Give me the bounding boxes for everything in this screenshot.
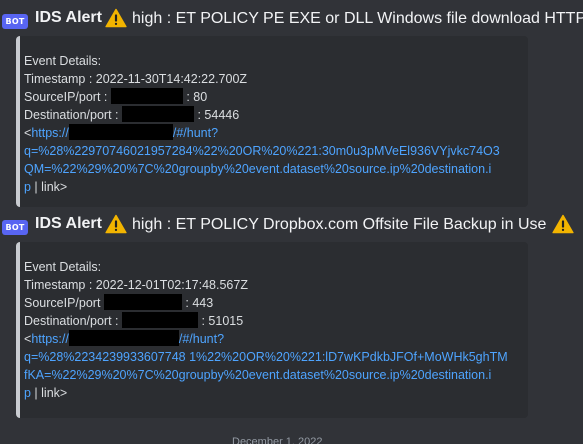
hunt-url-end[interactable]: p [24,180,31,194]
event-details-heading: Event Details: [24,54,102,68]
chat-view: BOT IDS Alert high : ET POLICY PE EXE or… [0,0,583,444]
date-divider: December 1, 2022 [232,436,323,444]
embed-body-2: Event Details: Timestamp : 2022-12-01T02… [24,258,518,402]
destination-ip-label: Destination/port : [24,314,119,328]
author-name[interactable]: IDS Alert [35,9,102,27]
hunt-url-end[interactable]: p [24,386,31,400]
event-timestamp: Timestamp : 2022-11-30T14:42:22.700Z [24,72,248,86]
hunt-url-path[interactable]: /#/hunt? [173,126,218,140]
event-timestamp: Timestamp : 2022-12-01T02:17:48.567Z [24,278,248,292]
redacted-host [68,124,173,140]
hunt-link-line-1: <https:///#/hunt? [24,124,514,142]
bot-message-1: BOT IDS Alert high : ET POLICY PE EXE or… [0,8,583,207]
hunt-link-line-1: <https:///#/hunt? [24,330,514,348]
event-embed-1: Event Details: Timestamp : 2022-11-30T14… [16,36,528,207]
hunt-link-block: <https:///#/hunt? q=%28%2234239933607748… [24,330,514,402]
hunt-url-line-3[interactable]: fKA=%22%29%20%7C%20groupby%20event.datas… [24,366,514,384]
hunt-url-start[interactable]: https:// [31,126,69,140]
hunt-link-block: <https:///#/hunt? q=%28%2297074602195728… [24,124,514,196]
link-suffix[interactable]: | link> [31,180,67,194]
event-embed-2: Event Details: Timestamp : 2022-12-01T02… [16,242,528,418]
destination-ip-port: Destination/port : : 51015 [24,312,518,330]
warning-triangle-icon [552,214,575,234]
link-suffix[interactable]: | link> [31,386,67,400]
warning-triangle-icon [105,214,127,234]
bot-message-2: BOT IDS Alert high : ET POLICY Dropbox.c… [0,214,583,418]
alert-title-text: high : ET POLICY PE EXE or DLL Windows f… [132,9,583,27]
bot-badge: BOT [2,14,28,29]
redacted-source-ip [110,88,183,104]
hunt-url-line-2[interactable]: q=%28%2234239933607748 1%22%20OR%20%221:… [24,348,514,366]
destination-ip-label: Destination/port : [24,108,119,122]
embed-accent-bar [16,36,20,207]
destination-port: : 54446 [197,108,240,122]
hunt-url-path[interactable]: /#/hunt? [179,332,224,346]
event-details-heading: Event Details: [24,260,102,274]
redacted-source-ip [103,294,182,310]
hunt-url-line-2[interactable]: q=%28%22970746021957284%22%20OR%20%221:3… [24,142,514,160]
message-header-1: BOT IDS Alert high : ET POLICY PE EXE or… [0,8,583,38]
source-port: : 443 [185,296,214,310]
author-name[interactable]: IDS Alert [35,215,102,233]
embed-body-1: Event Details: Timestamp : 2022-11-30T14… [24,52,518,196]
alert-title-2: high : ET POLICY Dropbox.com Offsite Fil… [105,214,575,234]
redacted-host [68,330,179,346]
hunt-link-line-4: p | link> [24,178,514,196]
destination-ip-port: Destination/port : : 54446 [24,106,518,124]
bot-badge: BOT [2,220,28,235]
redacted-destination-ip [121,106,194,122]
source-ip-label: SourceIP/port [24,296,101,310]
message-header-2: BOT IDS Alert high : ET POLICY Dropbox.c… [0,214,583,244]
warning-triangle-icon [105,8,127,28]
redacted-destination-ip [121,312,198,328]
source-ip-port: SourceIP/port : : 80 [24,88,518,106]
alert-title-1: high : ET POLICY PE EXE or DLL Windows f… [105,8,583,28]
alert-title-text: high : ET POLICY Dropbox.com Offsite Fil… [132,215,547,233]
embed-accent-bar [16,242,20,418]
hunt-url-line-3[interactable]: QM=%22%29%20%7C%20groupby%20event.datase… [24,160,514,178]
destination-port: : 51015 [201,314,244,328]
source-ip-label: SourceIP/port : [24,90,108,104]
hunt-link-line-4: p | link> [24,384,514,402]
source-ip-port: SourceIP/port : 443 [24,294,518,312]
hunt-url-start[interactable]: https:// [31,332,69,346]
source-port: : 80 [186,90,208,104]
